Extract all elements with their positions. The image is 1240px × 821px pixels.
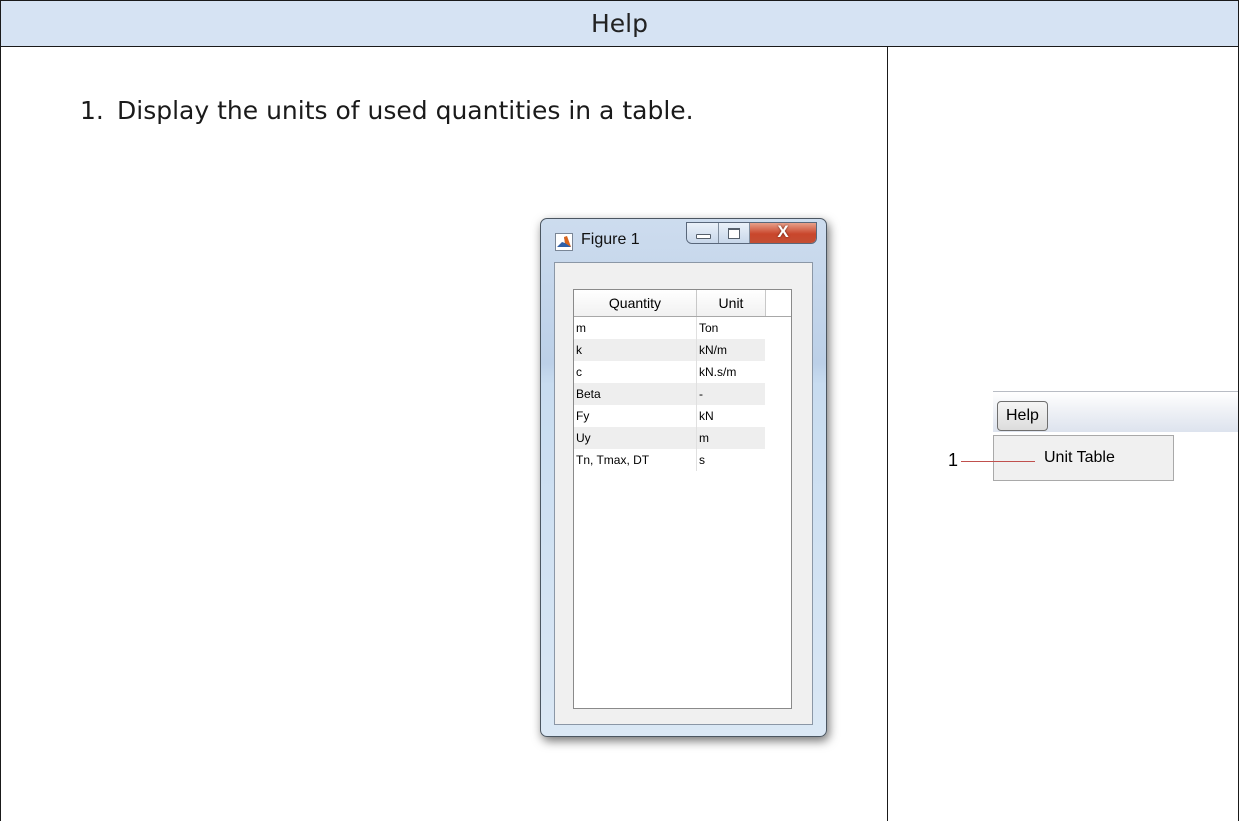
unit-cell[interactable]: Ton	[697, 317, 765, 339]
table-row[interactable]: Beta -	[574, 383, 765, 405]
table-row[interactable]: Fy kN	[574, 405, 765, 427]
maximize-button[interactable]	[719, 223, 750, 243]
unit-cell[interactable]: kN.s/m	[697, 361, 765, 383]
close-icon: X	[777, 222, 789, 241]
menu-item-unit-table[interactable]: Unit Table	[1044, 436, 1115, 480]
menu-bar: Help	[993, 391, 1238, 432]
unit-cell[interactable]: kN/m	[697, 339, 765, 361]
quantity-cell[interactable]: Beta	[574, 383, 697, 405]
quantity-cell[interactable]: Fy	[574, 405, 697, 427]
callout-number: 1	[948, 450, 959, 470]
help-dropdown-menu: Unit Table	[993, 435, 1174, 481]
minimize-button[interactable]	[687, 223, 719, 243]
instruction-step-1: 1. Display the units of used quantities i…	[80, 96, 694, 125]
header-title: Help	[591, 9, 648, 38]
table-row[interactable]: c kN.s/m	[574, 361, 765, 383]
figure-client-area: Quantity Unit m Ton k kN/m c kN.s/m Beta…	[554, 262, 813, 725]
column-header-unit[interactable]: Unit	[697, 290, 766, 316]
table-header-row: Quantity Unit	[574, 290, 791, 317]
table-row[interactable]: Tn, Tmax, DT s	[574, 449, 765, 471]
figure-titlebar[interactable]: Figure 1 X	[541, 219, 826, 259]
caption-buttons: X	[686, 222, 817, 244]
callout-line	[961, 461, 1035, 462]
table-row[interactable]: Uy m	[574, 427, 765, 449]
figure-title: Figure 1	[581, 231, 640, 248]
table-row[interactable]: m Ton	[574, 317, 765, 339]
column-divider	[887, 47, 888, 821]
step-text: Display the units of used quantities in …	[117, 96, 694, 125]
matlab-icon	[555, 233, 573, 251]
unit-cell[interactable]: s	[697, 449, 765, 471]
quantity-cell[interactable]: m	[574, 317, 697, 339]
quantity-cell[interactable]: Tn, Tmax, DT	[574, 449, 697, 471]
unit-table[interactable]: Quantity Unit m Ton k kN/m c kN.s/m Beta…	[573, 289, 792, 709]
close-button[interactable]: X	[750, 223, 816, 243]
menu-help-button[interactable]: Help	[997, 401, 1048, 431]
unit-cell[interactable]: kN	[697, 405, 765, 427]
quantity-cell[interactable]: Uy	[574, 427, 697, 449]
step-number: 1.	[80, 96, 104, 125]
unit-cell[interactable]: -	[697, 383, 765, 405]
quantity-cell[interactable]: c	[574, 361, 697, 383]
table-row[interactable]: k kN/m	[574, 339, 765, 361]
quantity-cell[interactable]: k	[574, 339, 697, 361]
unit-cell[interactable]: m	[697, 427, 765, 449]
table-header: Help	[1, 1, 1238, 47]
figure-window: Figure 1 X Quantity Unit m Ton k kN/m c …	[540, 218, 827, 737]
column-header-quantity[interactable]: Quantity	[574, 290, 697, 316]
